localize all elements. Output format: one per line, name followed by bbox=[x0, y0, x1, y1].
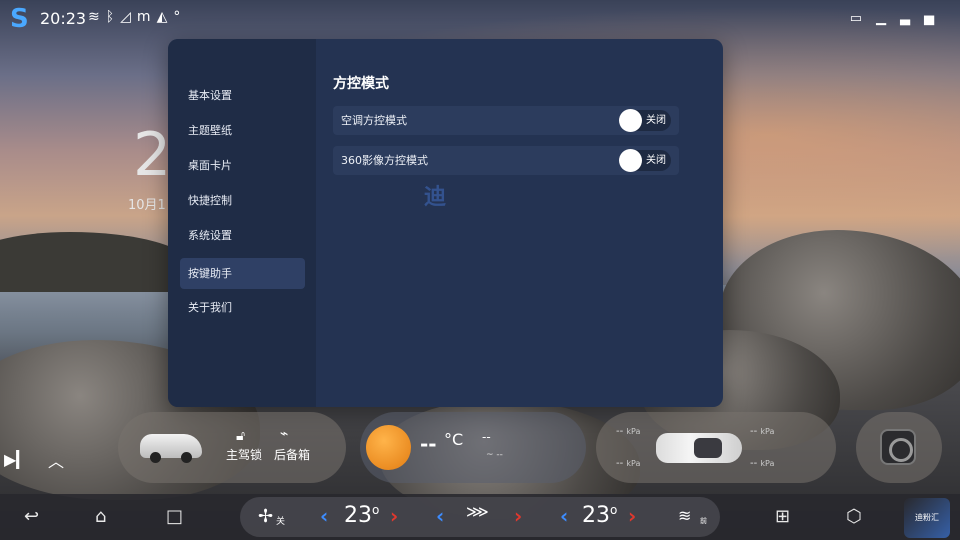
tire-front-left: -- kPa bbox=[616, 426, 641, 437]
tire-front-right: -- kPa bbox=[750, 426, 775, 437]
status-degree: ° bbox=[173, 9, 187, 25]
dashcam-icon[interactable]: ▭ bbox=[850, 11, 876, 26]
chevron-up-icon[interactable]: ︿ bbox=[48, 448, 64, 472]
sidebar-item-cards[interactable]: 桌面卡片 bbox=[180, 150, 305, 181]
watermark: 迪 bbox=[424, 185, 449, 210]
signal-icon: ◿ bbox=[120, 9, 137, 25]
left-temp: 23o bbox=[344, 503, 380, 528]
unlock-icon[interactable]: 🔓︎ bbox=[236, 428, 245, 444]
airflow-mode-icon[interactable]: ⋙ bbox=[466, 502, 489, 521]
tire-pressure-card[interactable]: -- kPa -- kPa -- kPa -- kPa bbox=[596, 412, 836, 483]
back-icon[interactable]: ↩ bbox=[24, 506, 39, 527]
toggle-knob bbox=[619, 149, 642, 172]
toggle-state-text: 关闭 bbox=[646, 155, 666, 166]
status-bar: S 20:23 ≋ᛒ◿m◭° ▭▁▃▅ bbox=[0, 0, 960, 38]
settings-hex-icon[interactable]: ⬡ bbox=[846, 506, 862, 527]
driver-lock-label[interactable]: 主驾锁 bbox=[226, 446, 262, 463]
ac-mode-toggle[interactable]: 关闭 bbox=[619, 109, 671, 132]
wifi-icon: ≋ bbox=[88, 9, 106, 25]
right-temp: 23o bbox=[582, 503, 618, 528]
vehicle-card[interactable]: 🔓︎ 主驾锁 ⌁ 后备箱 bbox=[118, 412, 346, 483]
left-temp-down-button[interactable]: ‹ bbox=[320, 504, 328, 528]
home-date: 10月1 bbox=[128, 198, 166, 213]
weather-extra: -- bbox=[482, 430, 491, 444]
weather-extra-small: ~ -- bbox=[486, 450, 503, 460]
option-label: 360影像方控模式 bbox=[341, 154, 428, 167]
front-defrost-icon[interactable]: ≋ bbox=[678, 506, 691, 525]
home-icon[interactable]: ⌂ bbox=[95, 506, 106, 527]
toggle-state-text: 关闭 bbox=[646, 115, 666, 126]
toggle-knob bbox=[619, 109, 642, 132]
front-defrost-label: 前 bbox=[700, 517, 707, 525]
tire-rear-left: -- kPa bbox=[616, 458, 641, 469]
apps-grid-icon[interactable]: ⊞ bbox=[775, 506, 790, 527]
steering-wheel-icon[interactable] bbox=[880, 429, 916, 465]
status-clock: 20:23 bbox=[40, 9, 87, 28]
sidebar-item-shortcuts[interactable]: 快捷控制 bbox=[180, 185, 305, 216]
sidebar-item-system[interactable]: 系统设置 bbox=[180, 220, 305, 251]
car-top-icon bbox=[656, 433, 742, 463]
settings-sidebar: 基本设置 主题壁纸 桌面卡片 快捷控制 系统设置 按键助手 关于我们 bbox=[168, 39, 316, 407]
sidebar-item-about[interactable]: 关于我们 bbox=[180, 292, 305, 323]
weather-unit: °C bbox=[444, 430, 464, 449]
settings-content: 方控模式 空调方控模式 关闭 360影像方控模式 关闭 迪 bbox=[316, 39, 723, 407]
sidebar-item-key-assistant[interactable]: 按键助手 bbox=[180, 258, 305, 289]
sun-icon bbox=[366, 425, 411, 470]
weather-temp: -- bbox=[420, 432, 437, 456]
trunk-icon[interactable]: ⌁ bbox=[280, 426, 288, 442]
left-temp-up-button[interactable]: › bbox=[390, 504, 398, 528]
airflow-prev-button[interactable]: ‹ bbox=[436, 504, 444, 528]
option-row-360: 360影像方控模式 关闭 bbox=[333, 146, 679, 175]
signal-bars-icon: ▁▃▅ bbox=[876, 11, 948, 26]
tire-rear-right: -- kPa bbox=[750, 458, 775, 469]
right-temp-down-button[interactable]: ‹ bbox=[560, 504, 568, 528]
corner-badge: 迪粉汇 bbox=[904, 498, 950, 538]
fan-icon[interactable]: ✢ bbox=[258, 506, 273, 527]
car-side-icon bbox=[140, 434, 202, 463]
camera-360-mode-toggle[interactable]: 关闭 bbox=[619, 149, 671, 172]
status-m: m bbox=[136, 9, 157, 25]
climate-bar: ✢ 关 ‹ 23o › ‹ ⋙ › ‹ 23o › ≋ 前 bbox=[240, 497, 720, 537]
page-title: 方控模式 bbox=[333, 76, 389, 92]
status-right-icons: ▭▁▃▅ bbox=[850, 11, 948, 26]
sidebar-item-theme[interactable]: 主题壁纸 bbox=[180, 115, 305, 146]
app-logo-icon[interactable]: S bbox=[10, 5, 30, 33]
bottom-dock: ↩ ⌂ □ ✢ 关 ‹ 23o › ‹ ⋙ › ‹ 23o › ≋ 前 ⊞ ⬡ bbox=[0, 494, 960, 540]
recent-apps-icon[interactable]: □ bbox=[166, 506, 183, 527]
warning-icon: ◭ bbox=[156, 9, 174, 25]
bluetooth-icon: ᛒ bbox=[105, 9, 121, 25]
home-clock-digit: 2 bbox=[133, 120, 172, 190]
trunk-label[interactable]: 后备箱 bbox=[274, 446, 310, 463]
right-temp-up-button[interactable]: › bbox=[628, 504, 636, 528]
sidebar-item-basic[interactable]: 基本设置 bbox=[180, 80, 305, 111]
app-card[interactable] bbox=[856, 412, 942, 483]
status-icons: ≋ᛒ◿m◭° bbox=[88, 9, 186, 25]
settings-dialog: 基本设置 主题壁纸 桌面卡片 快捷控制 系统设置 按键助手 关于我们 方控模式 … bbox=[168, 39, 723, 407]
media-next-icon[interactable]: ▶▎ bbox=[4, 450, 29, 469]
weather-card[interactable]: -- °C -- ~ -- bbox=[360, 412, 586, 483]
fan-status: 关 bbox=[276, 517, 286, 527]
airflow-next-button[interactable]: › bbox=[514, 504, 522, 528]
option-row-ac: 空调方控模式 关闭 bbox=[333, 106, 679, 135]
option-label: 空调方控模式 bbox=[341, 114, 407, 127]
